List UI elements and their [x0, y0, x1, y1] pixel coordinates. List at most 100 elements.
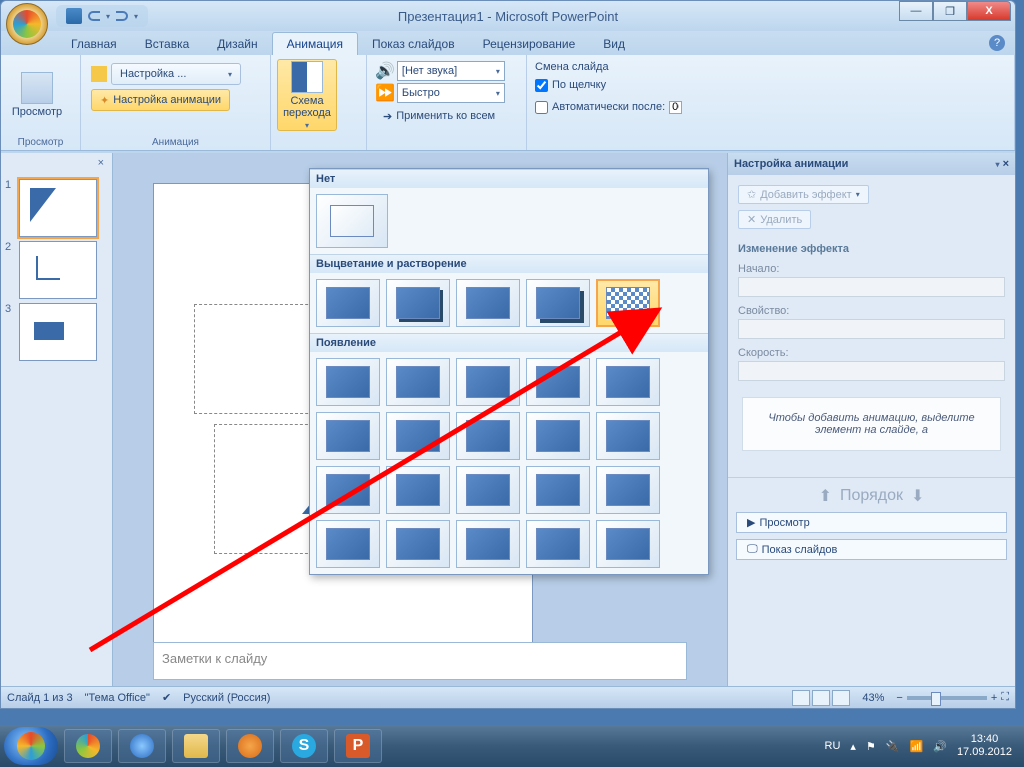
spellcheck-icon[interactable]: ✔ [162, 691, 171, 704]
zoom-value: 43% [862, 692, 884, 704]
transition-appear-9[interactable] [526, 412, 590, 460]
tab-view[interactable]: Вид [589, 33, 639, 55]
status-slide: Слайд 1 из 3 [7, 692, 73, 704]
help-icon[interactable]: ? [989, 35, 1005, 51]
transition-appear-13[interactable] [456, 466, 520, 514]
slide-thumb-1[interactable] [19, 179, 97, 237]
tray-volume-icon[interactable]: 🔊 [933, 740, 947, 753]
auto-time-input[interactable] [669, 101, 682, 114]
tab-review[interactable]: Рецензирование [469, 33, 590, 55]
transition-appear-6[interactable] [316, 412, 380, 460]
taskbar-ie[interactable] [118, 729, 166, 763]
speed-icon: ⏩ [375, 83, 395, 103]
transition-appear-5[interactable] [596, 358, 660, 406]
transition-appear-12[interactable] [386, 466, 450, 514]
notes-pane[interactable]: Заметки к слайду [153, 642, 687, 680]
apply-icon: ➔ [383, 110, 392, 123]
auto-after-checkbox[interactable]: Автоматически после: [535, 97, 682, 117]
speed-combo[interactable]: Быстро▾ [397, 83, 505, 103]
rpane-slideshow-button[interactable]: 🖵Показ слайдов [736, 539, 1007, 560]
transition-appear-16[interactable] [316, 520, 380, 568]
transition-appear-19[interactable] [526, 520, 590, 568]
tray-date: 17.09.2012 [957, 746, 1012, 759]
zoom-out-button[interactable]: − [896, 692, 902, 704]
taskbar-skype[interactable]: S [280, 729, 328, 763]
fit-button[interactable]: ⛶ [1001, 691, 1009, 704]
tab-slideshow[interactable]: Показ слайдов [358, 33, 469, 55]
transition-appear-11[interactable] [316, 466, 380, 514]
transition-scheme-button[interactable]: Схема перехода▾ [277, 59, 337, 131]
start-combo [738, 277, 1005, 297]
transition-fade-2[interactable] [386, 279, 450, 327]
transition-dissolve[interactable] [596, 279, 660, 327]
slide-thumb-3[interactable] [19, 303, 97, 361]
apply-all-button[interactable]: ➔Применить ко всем [375, 105, 503, 127]
sound-combo[interactable]: [Нет звука]▾ [397, 61, 505, 81]
custom-animation-pane: Настройка анимации ▾ × ✩Добавить эффект ▾… [727, 153, 1015, 686]
rpane-title: Настройка анимации [734, 158, 848, 170]
office-button[interactable] [6, 3, 48, 45]
transition-appear-17[interactable] [386, 520, 450, 568]
preview-label: Просмотр [12, 106, 62, 118]
star-add-icon: ✩ [747, 188, 756, 201]
transition-appear-1[interactable] [316, 358, 380, 406]
tab-insert[interactable]: Вставка [131, 33, 204, 55]
tab-home[interactable]: Главная [57, 33, 131, 55]
sound-icon: 🔊 [375, 61, 395, 81]
animate-dropdown[interactable]: Настройка ...▾ [111, 63, 241, 85]
on-click-label: По щелчку [552, 79, 606, 91]
transition-appear-8[interactable] [456, 412, 520, 460]
maximize-button[interactable]: ❐ [933, 1, 967, 21]
property-label: Свойство: [738, 305, 1005, 317]
rpane-menu-icon[interactable]: ▾ [995, 160, 999, 169]
transition-appear-7[interactable] [386, 412, 450, 460]
rpane-preview-button[interactable]: ▶Просмотр [736, 512, 1007, 533]
sorter-view-button[interactable] [812, 690, 830, 706]
taskbar-mediaplayer[interactable] [226, 729, 274, 763]
tab-design[interactable]: Дизайн [203, 33, 271, 55]
on-click-checkbox[interactable]: По щелчку [535, 75, 606, 95]
tab-animation[interactable]: Анимация [272, 32, 358, 55]
transition-gallery: Нет Выцветание и растворение Появление [309, 168, 709, 575]
zoom-in-button[interactable]: + [991, 692, 997, 704]
transition-appear-14[interactable] [526, 466, 590, 514]
slide-thumbnails-pane: × 1 2 3 [1, 153, 113, 686]
rpane-preview-label: Просмотр [759, 517, 809, 529]
transition-appear-15[interactable] [596, 466, 660, 514]
preview-button[interactable]: Просмотр [7, 59, 67, 131]
tray-network-icon[interactable]: 📶 [910, 740, 924, 753]
tray-lang[interactable]: RU [825, 740, 841, 752]
tray-power-icon[interactable]: 🔌 [886, 740, 900, 753]
tray-clock[interactable]: 13:40 17.09.2012 [957, 733, 1012, 759]
custom-animation-button[interactable]: ✦Настройка анимации [91, 89, 230, 111]
zoom-slider[interactable] [907, 696, 987, 700]
transition-fade-4[interactable] [526, 279, 590, 327]
ribbon-tabs: Главная Вставка Дизайн Анимация Показ сл… [1, 31, 1015, 55]
transition-fade-1[interactable] [316, 279, 380, 327]
transition-appear-20[interactable] [596, 520, 660, 568]
transition-appear-18[interactable] [456, 520, 520, 568]
tray-expand-icon[interactable]: ▴ [850, 740, 856, 753]
status-lang[interactable]: Русский (Россия) [183, 692, 270, 704]
slideshow-view-button[interactable] [832, 690, 850, 706]
transition-appear-4[interactable] [526, 358, 590, 406]
taskbar-chrome[interactable] [64, 729, 112, 763]
transition-appear-10[interactable] [596, 412, 660, 460]
start-button[interactable] [4, 727, 58, 765]
transition-none[interactable] [316, 194, 388, 248]
thumbs-close[interactable]: × [5, 157, 108, 175]
close-button[interactable]: X [967, 1, 1011, 21]
transition-appear-3[interactable] [456, 358, 520, 406]
transition-fade-3[interactable] [456, 279, 520, 327]
star-icon: ✦ [100, 94, 109, 107]
minimize-button[interactable]: — [899, 1, 933, 21]
slide-thumb-2[interactable] [19, 241, 97, 299]
normal-view-button[interactable] [792, 690, 810, 706]
taskbar-powerpoint[interactable]: P [334, 729, 382, 763]
rpane-close-icon[interactable]: × [1003, 158, 1009, 170]
add-effect-button[interactable]: ✩Добавить эффект ▾ [738, 185, 869, 204]
system-tray: RU ▴ ⚑ 🔌 📶 🔊 13:40 17.09.2012 [825, 733, 1020, 759]
transition-appear-2[interactable] [386, 358, 450, 406]
taskbar-explorer[interactable] [172, 729, 220, 763]
tray-flag-icon[interactable]: ⚑ [866, 740, 876, 753]
